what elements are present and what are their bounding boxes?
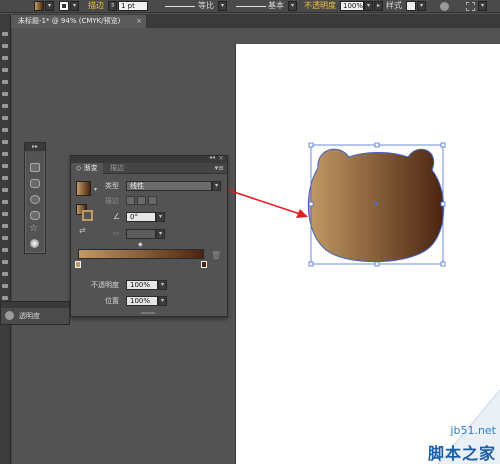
polygon-tool-icon[interactable] [30,211,40,220]
aspect-ratio-field [126,229,156,239]
handle-bottom-center[interactable] [374,261,380,267]
handle-top-center[interactable] [374,142,380,148]
stroke-option-1-icon [126,196,135,205]
color-stop-right[interactable] [201,261,207,268]
handle-top-right[interactable] [440,142,446,148]
stop-location-dropdown[interactable]: ▾ [158,296,167,306]
color-stop-left[interactable] [75,261,81,268]
rounded-rectangle-tool-icon[interactable] [30,179,40,188]
tab-gradient-label: 渐变 [83,164,98,172]
watermark-url: jb51.net [450,424,496,437]
gradient-panel-tabs: ◇ 渐变 描边 ▾≡ [71,163,227,174]
stop-opacity-field[interactable]: 100% [126,280,158,290]
angle-field[interactable]: 0° [126,212,156,222]
transparency-panel[interactable]: 透明度 [0,301,70,325]
stop-location-field[interactable]: 100% [126,296,158,306]
reverse-gradient-icon[interactable]: ⇄ [79,226,86,235]
center-point [375,202,378,205]
watermark-title: 脚本之家 [427,444,496,463]
rectangle-tool-icon[interactable] [30,163,40,172]
shape-tools-panel: ▸▸ ☆ [24,142,46,254]
panel-close-icon[interactable]: × [218,154,224,162]
ellipse-tool-icon[interactable] [30,195,40,204]
transparency-title: 透明度 [19,312,40,320]
aspect-ratio-icon: ▭ [113,229,120,237]
tab-stroke[interactable]: 描边 [105,163,129,174]
gradient-preview-dropdown[interactable]: ▾ [94,186,97,193]
handle-middle-left[interactable] [308,201,314,207]
gradient-slider-bar[interactable] [78,249,204,259]
bear-head-shape[interactable] [307,148,445,263]
stop-opacity-dropdown[interactable]: ▾ [158,280,167,290]
stroke-option-2-icon [137,196,146,205]
midpoint-diamond-icon[interactable]: ◆ [138,241,143,248]
gradient-panel: ◂◂ × ◇ 渐变 描边 ▾≡ ▾ 类型 线性 ▾ 描边 ∠ 0° ▾ ⇄ ▭ … [70,154,228,317]
transparency-icon [5,311,14,320]
panel-collapse-icon[interactable]: ◂◂ [209,154,215,161]
handle-top-left[interactable] [308,142,314,148]
tab-gradient-arrow: ◇ [76,164,84,172]
opacity-label: 不透明度 [91,281,119,289]
delete-stop-icon[interactable]: 🗑 [211,251,221,260]
type-label: 类型 [105,182,119,190]
panel-resize-grip[interactable] [141,312,155,314]
type-dropdown[interactable]: ▾ [212,181,221,191]
red-arrow [227,189,308,218]
gradient-panel-titlebar[interactable]: ◂◂ × [71,154,227,163]
stroke-option-3-icon [148,196,157,205]
angle-dropdown[interactable]: ▾ [156,212,165,222]
shape-panel-collapse[interactable]: ▸▸ [25,143,45,151]
gradient-preview-swatch[interactable] [76,181,91,196]
flare-tool-icon[interactable] [30,239,39,248]
handle-bottom-left[interactable] [308,261,314,267]
aspect-ratio-dropdown: ▾ [156,229,165,239]
fill-stroke-swatch[interactable] [76,204,93,221]
location-label: 位置 [105,297,119,305]
type-select[interactable]: 线性 [126,181,212,191]
angle-icon: ∠ [113,212,121,221]
transparency-panel-titlebar[interactable] [1,302,69,308]
handle-bottom-right[interactable] [440,261,446,267]
star-tool-icon[interactable]: ☆ [29,224,38,234]
tab-gradient[interactable]: ◇ 渐变 [71,163,103,174]
panel-menu-icon[interactable]: ▾≡ [215,164,224,172]
stroke-label: 描边 [105,197,119,205]
handle-middle-right[interactable] [440,201,446,207]
